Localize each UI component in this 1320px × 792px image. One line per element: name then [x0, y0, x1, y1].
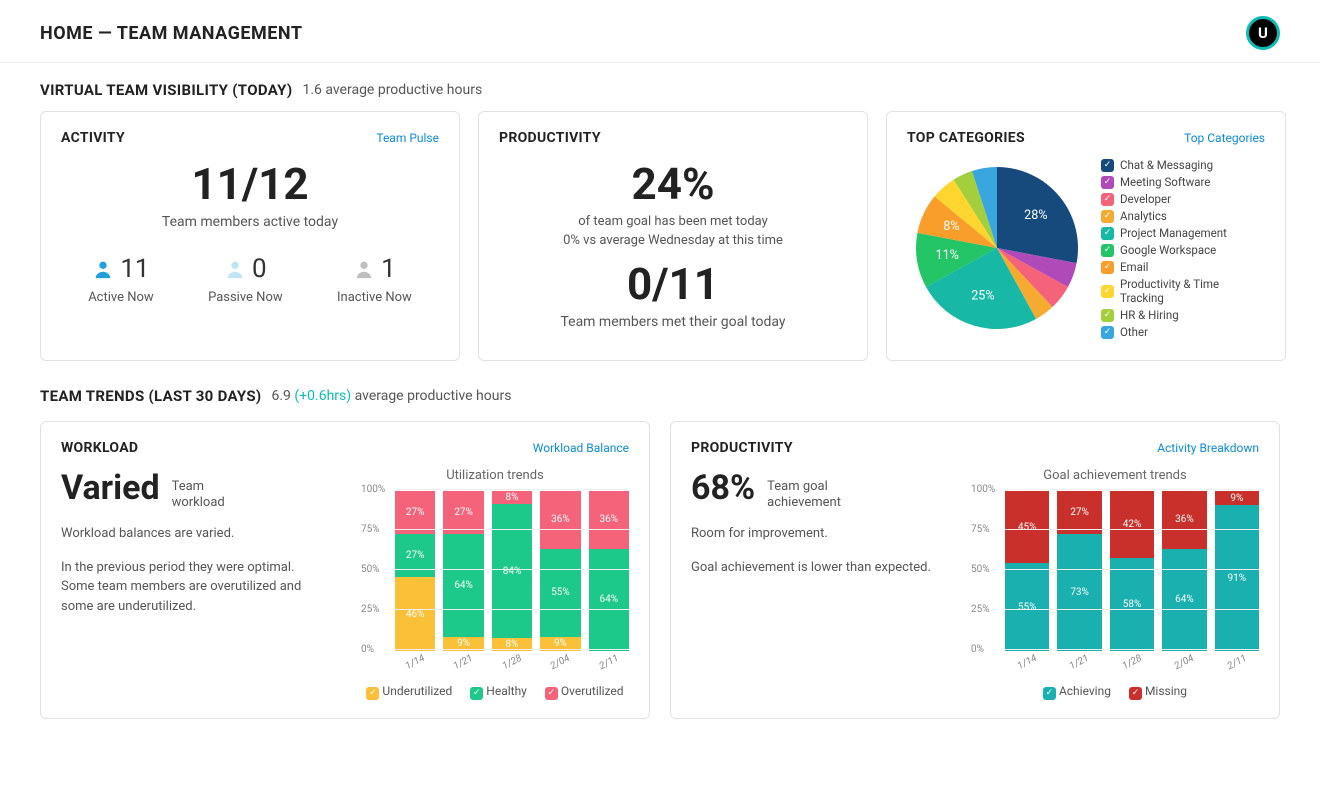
passive-now-stat: 0 Passive Now — [208, 254, 283, 305]
passive-label: Passive Now — [208, 290, 283, 305]
bar: 55%45% — [1005, 491, 1049, 651]
bar: 8%84%8% — [492, 491, 532, 651]
utilization-legend: Underutilized Healthy Overutilized — [361, 684, 629, 700]
workload-text1: Workload balances are varied. — [61, 524, 321, 544]
productivity-trend-card: PRODUCTIVITY Activity Breakdown 68% Team… — [670, 421, 1280, 719]
category-legend-item: Google Workspace — [1101, 243, 1265, 257]
activity-card: ACTIVITY Team Pulse 11/12 Team members a… — [40, 111, 460, 361]
person-icon — [92, 258, 114, 280]
productivity-percent: 24% — [499, 158, 847, 210]
section-visibility-header: VIRTUAL TEAM VISIBILITY (TODAY) 1.6 aver… — [40, 81, 1280, 99]
productivity-text1: Room for improvement. — [691, 524, 941, 544]
category-legend-item: Productivity & Time Tracking — [1101, 277, 1265, 305]
utilization-chart: 0%25%50%75%100%46%27%27%9%64%27%8%84%8%9… — [361, 489, 629, 668]
bar: 46%27%27% — [395, 491, 435, 651]
section-visibility-subtitle: 1.6 average productive hours — [302, 82, 482, 98]
active-label: Active Now — [88, 290, 154, 305]
inactive-now-stat: 1 Inactive Now — [337, 254, 412, 305]
category-legend-item: Analytics — [1101, 209, 1265, 223]
bar: 9%55%36% — [540, 491, 580, 651]
productivity-title: PRODUCTIVITY — [499, 130, 601, 146]
section-trends-header: TEAM TRENDS (LAST 30 DAYS) 6.9 (+0.6hrs)… — [40, 387, 1280, 405]
category-legend-item: Other — [1101, 325, 1265, 339]
goal-percent: 68% — [691, 468, 755, 508]
svg-text:28%: 28% — [1024, 208, 1047, 223]
person-icon — [353, 258, 375, 280]
bar: 73%27% — [1057, 491, 1101, 651]
active-now-stat: 11 Active Now — [88, 254, 154, 305]
workload-headline-cap: Team workload — [172, 479, 232, 510]
team-pulse-link[interactable]: Team Pulse — [376, 131, 439, 145]
page-title: HOME — TEAM MANAGEMENT — [40, 23, 302, 44]
avatar[interactable]: U — [1246, 16, 1280, 50]
productivity-sub2: 0% vs average Wednesday at this time — [499, 233, 847, 248]
productivity-text2: Goal achievement is lower than expected. — [691, 558, 941, 578]
goal-chart: 0%25%50%75%100%55%45%73%27%58%42%64%36%9… — [971, 489, 1259, 668]
goal-percent-cap: Team goal achievement — [767, 479, 857, 510]
categories-title: TOP CATEGORIES — [907, 130, 1025, 146]
categories-card: TOP CATEGORIES Top Categories 28% 25% 11% 8… — [886, 111, 1286, 361]
section-trends-title: TEAM TRENDS (LAST 30 DAYS) — [40, 387, 261, 405]
passive-count: 0 — [252, 254, 267, 284]
svg-text:25%: 25% — [971, 289, 994, 304]
bar: 64%36% — [589, 491, 629, 651]
activity-count: 11/12 — [61, 158, 439, 210]
categories-pie-chart: 28% 25% 11% 8% — [907, 158, 1087, 338]
productivity-sub1: of team goal has been met today — [499, 214, 847, 229]
utilization-chart-title: Utilization trends — [361, 468, 629, 483]
bar: 9%64%27% — [443, 491, 483, 651]
activity-title: ACTIVITY — [61, 130, 125, 146]
activity-caption: Team members active today — [61, 214, 439, 230]
category-legend-item: Project Management — [1101, 226, 1265, 240]
svg-text:11%: 11% — [936, 248, 959, 263]
bar: 91%9% — [1215, 491, 1259, 651]
active-count: 11 — [120, 254, 149, 284]
bar: 58%42% — [1110, 491, 1154, 651]
category-legend-item: Meeting Software — [1101, 175, 1265, 189]
categories-legend: Chat & Messaging Meeting Software Develope… — [1101, 158, 1265, 342]
inactive-count: 1 — [381, 254, 396, 284]
activity-breakdown-link[interactable]: Activity Breakdown — [1157, 441, 1259, 455]
inactive-label: Inactive Now — [337, 290, 412, 305]
workload-text2: In the previous period they were optimal… — [61, 558, 321, 617]
category-legend-item: Developer — [1101, 192, 1265, 206]
productivity-ratio-caption: Team members met their goal today — [499, 314, 847, 330]
top-categories-link[interactable]: Top Categories — [1184, 131, 1265, 145]
productivity-card: PRODUCTIVITY 24% of team goal has been m… — [478, 111, 868, 361]
workload-headline: Varied — [61, 468, 160, 508]
bar: 64%36% — [1162, 491, 1206, 651]
category-legend-item: HR & Hiring — [1101, 308, 1265, 322]
section-trends-avg: 6.9 (+0.6hrs) average productive hours — [271, 388, 511, 404]
goal-chart-title: Goal achievement trends — [971, 468, 1259, 483]
goal-legend: Achieving Missing — [971, 684, 1259, 700]
category-legend-item: Chat & Messaging — [1101, 158, 1265, 172]
section-visibility-title: VIRTUAL TEAM VISIBILITY (TODAY) — [40, 81, 292, 99]
category-legend-item: Email — [1101, 260, 1265, 274]
person-icon — [224, 258, 246, 280]
svg-text:8%: 8% — [943, 219, 959, 234]
productivity-trend-title: PRODUCTIVITY — [691, 440, 793, 456]
app-header: HOME — TEAM MANAGEMENT U — [0, 0, 1320, 63]
workload-card: WORKLOAD Workload Balance Varied Team wo… — [40, 421, 650, 719]
workload-balance-link[interactable]: Workload Balance — [533, 441, 629, 455]
workload-title: WORKLOAD — [61, 440, 138, 456]
productivity-ratio: 0/11 — [499, 258, 847, 310]
